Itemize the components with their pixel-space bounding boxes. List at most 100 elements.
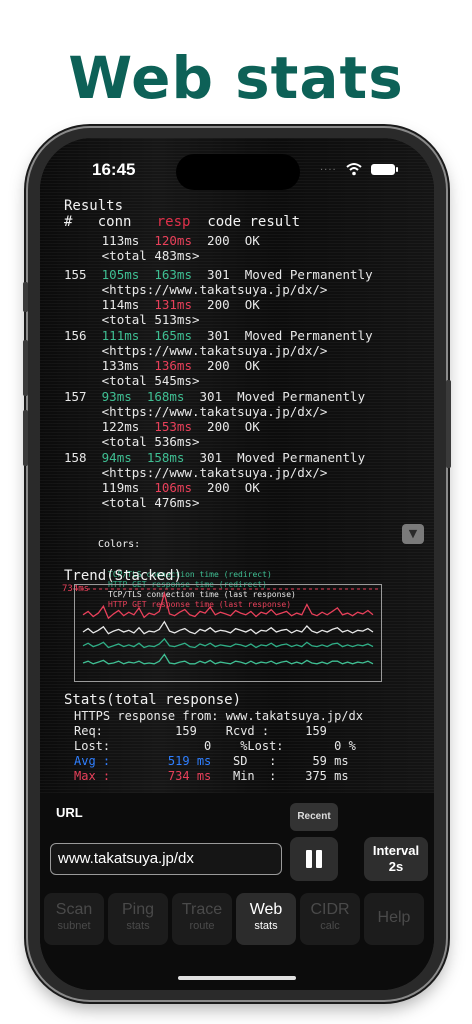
lost-label: Lost:: [74, 739, 111, 753]
tab-scan-subnet[interactable]: Scan subnet: [44, 893, 104, 945]
status-code: 301: [207, 328, 230, 343]
battery-icon: [371, 164, 398, 175]
status-text: OK: [244, 297, 260, 312]
recent-button[interactable]: Recent: [290, 803, 338, 831]
scroll-down-button[interactable]: ▼: [402, 524, 424, 544]
status-text: OK: [244, 358, 260, 373]
phone-frame: 16:45 .... Results # conn resp code resu…: [23, 128, 451, 1000]
resp-time: 136ms: [154, 358, 192, 373]
result-total: <total 483ms>: [64, 248, 200, 263]
stats-max-row: Max : 734 ms Min : 375 ms: [74, 769, 349, 784]
url-input[interactable]: www.takatsuya.jp/dx: [50, 843, 282, 875]
result-line: <https://www.takatsuya.jp/dx/>: [64, 465, 328, 480]
stats-from-line: HTTPS response from: www.takatsuya.jp/dx: [74, 709, 363, 723]
entry-num: 158: [64, 450, 87, 465]
conn-time: 105ms: [101, 267, 140, 282]
entry-num: 156: [64, 328, 87, 343]
resp-time: 168ms: [146, 389, 185, 404]
max-label: Max :: [74, 769, 111, 783]
tab-sublabel: stats: [126, 920, 150, 932]
status-text: OK: [244, 480, 260, 495]
status-text: Moved Permanently: [244, 328, 373, 343]
trend-series-1: [82, 620, 374, 635]
resp-time: 158ms: [146, 450, 185, 465]
header-num: #: [64, 214, 73, 230]
result-line: <total 545ms>: [64, 373, 200, 388]
stats-req-row: Req: 159 Rcvd : 159: [74, 724, 327, 739]
status-code: 200: [207, 419, 230, 434]
rcvd-label: Rcvd :: [225, 724, 270, 738]
plost-value: 0 %: [334, 739, 356, 753]
resp-time: 163ms: [154, 267, 192, 282]
trend-chart: [74, 584, 382, 682]
tab-web-stats[interactable]: Web stats: [236, 893, 296, 945]
tab-sublabel: calc: [320, 920, 340, 932]
result-line: 133ms 136ms 200 OK: [64, 358, 260, 373]
min-value: 375 ms: [305, 769, 349, 783]
cellular-signal-icon: ....: [320, 162, 337, 173]
volume-down-button: [23, 410, 28, 466]
redirect-location: <https://www.takatsuya.jp/dx/>: [101, 343, 328, 358]
trend-series-3: [82, 653, 374, 665]
status-time: 16:45: [92, 160, 136, 179]
total-time: <total 476ms>: [101, 495, 200, 510]
conn-time: 114ms: [101, 297, 140, 312]
tab-label: Ping: [121, 901, 155, 918]
resp-time: 165ms: [154, 328, 192, 343]
results-title: Results: [64, 198, 124, 214]
redirect-location: <https://www.takatsuya.jp/dx/>: [101, 465, 328, 480]
tab-label: Trace: [181, 901, 223, 918]
resp-time: 120ms: [154, 233, 192, 248]
interval-label: Interval: [372, 843, 420, 858]
tab-trace-route[interactable]: Trace route: [172, 893, 232, 945]
entry-num: 157: [64, 389, 87, 404]
tab-bar: Scan subnet Ping stats Trace route Web stats CID…: [44, 893, 430, 947]
sd-value: 59 ms: [312, 754, 349, 768]
status-text: Moved Permanently: [237, 389, 366, 404]
min-label: Min :: [232, 769, 277, 783]
result-line: <total 536ms>: [64, 434, 200, 449]
req-label: Req:: [74, 724, 103, 738]
result-line: <total 513ms>: [64, 312, 200, 327]
status-code: 301: [207, 267, 230, 282]
tab-label: Help: [377, 909, 411, 926]
avg-label: Avg :: [74, 754, 111, 768]
header-resp: resp: [156, 214, 191, 230]
tab-help[interactable]: Help: [364, 893, 424, 945]
conn-time: 93ms: [101, 389, 132, 404]
mute-switch: [23, 282, 28, 312]
pause-button[interactable]: [290, 837, 338, 881]
resp-time: 153ms: [154, 419, 192, 434]
status-text: OK: [244, 233, 260, 248]
stats-lost-row: Lost: 0 %Lost: 0 %: [74, 739, 356, 754]
tab-cidr-calc[interactable]: CIDR calc: [300, 893, 360, 945]
status-text: Moved Permanently: [244, 267, 373, 282]
result-line: 158 94ms 158ms 301 Moved Permanently: [64, 450, 365, 465]
stats-title: Stats(total response): [64, 692, 242, 708]
result-line: 119ms 106ms 200 OK: [64, 480, 260, 495]
result-line: 122ms 153ms 200 OK: [64, 419, 260, 434]
url-label: URL: [56, 805, 83, 820]
home-indicator: [178, 976, 296, 980]
power-button: [446, 380, 451, 468]
header-conn: conn: [97, 214, 132, 230]
req-value: 159: [175, 724, 197, 738]
total-time: <total 545ms>: [101, 373, 200, 388]
total-time: <total 483ms>: [101, 248, 200, 263]
redirect-location: <https://www.takatsuya.jp/dx/>: [101, 282, 328, 297]
interval-button[interactable]: Interval 2s: [364, 837, 428, 881]
tab-sublabel: subnet: [57, 920, 91, 932]
max-value: 734 ms: [167, 769, 212, 783]
trend-series-2: [82, 637, 374, 649]
result-line: <https://www.takatsuya.jp/dx/>: [64, 343, 328, 358]
legend-title: Colors:: [98, 539, 141, 550]
stats-avg-row: Avg : 519 ms SD : 59 ms: [74, 754, 349, 769]
interval-value: 2s: [388, 859, 404, 874]
results-header: # conn resp code result: [64, 215, 300, 230]
tab-ping-stats[interactable]: Ping stats: [108, 893, 168, 945]
dynamic-island: [176, 154, 300, 190]
status-bar: 16:45 ....: [40, 154, 434, 190]
result-line: 114ms 131ms 200 OK: [64, 297, 260, 312]
trend-chart-svg: [75, 588, 381, 665]
conn-time: 122ms: [101, 419, 140, 434]
